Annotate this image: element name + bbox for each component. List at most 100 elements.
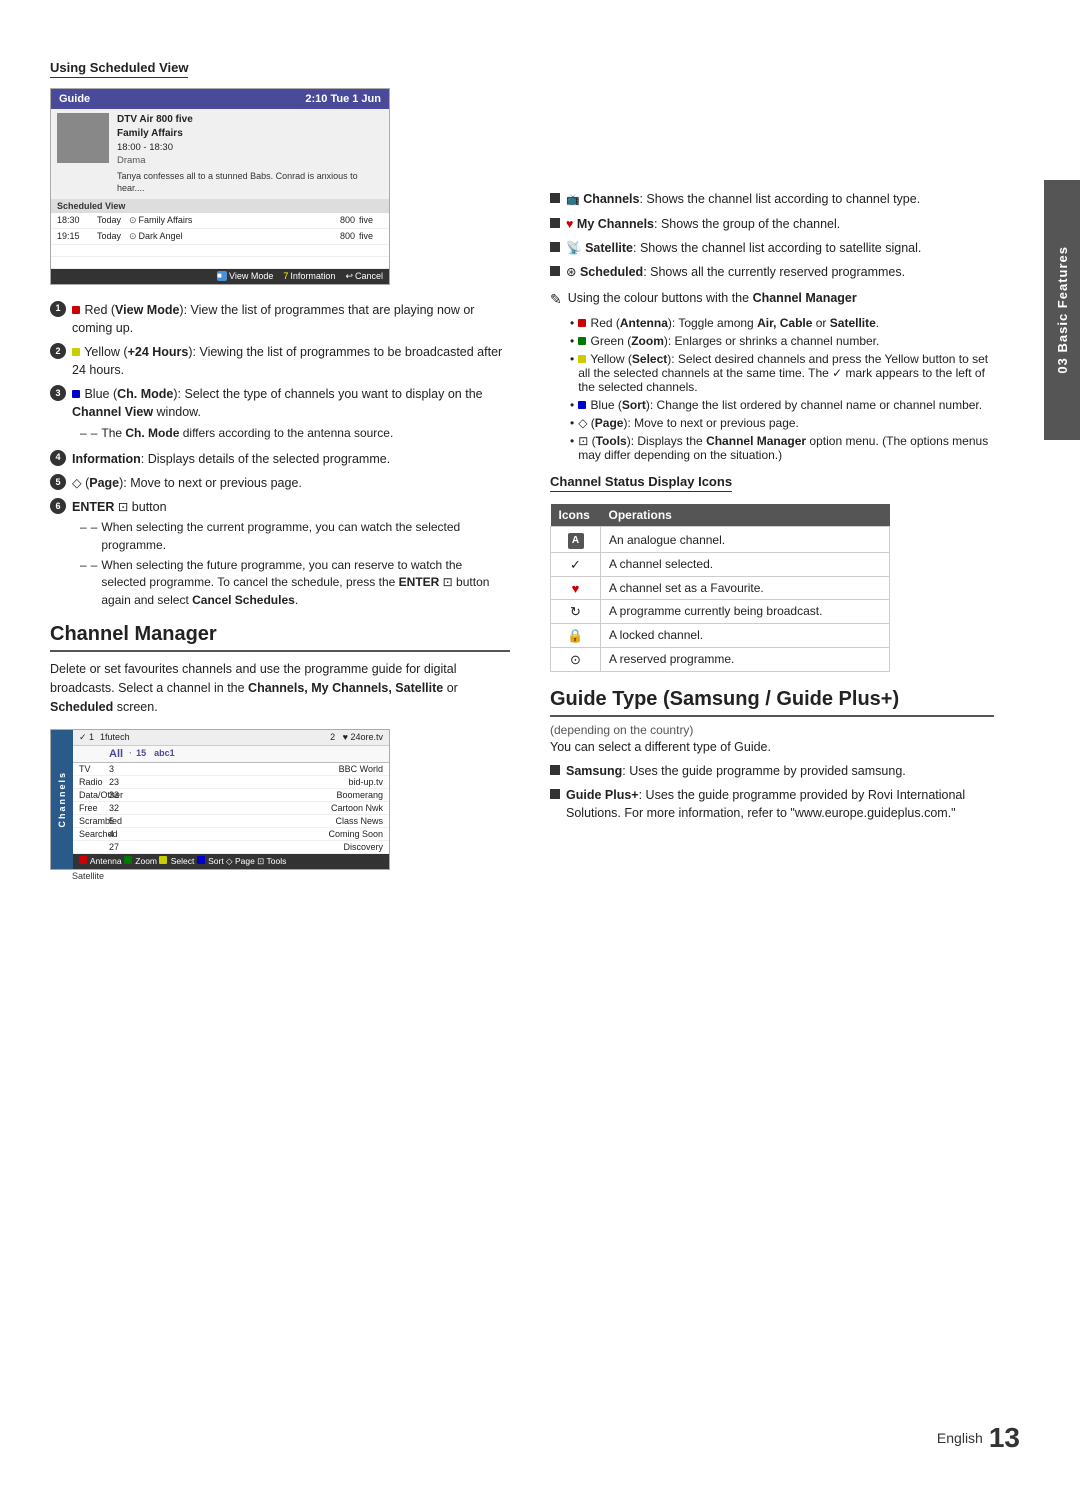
ch-sidebar: Channels xyxy=(51,730,73,869)
bullet-sq-2 xyxy=(550,218,560,228)
icon-broadcast: ↻ xyxy=(551,599,601,623)
ch-main: ✓ 1 1futech 2 ♥ 24ore.tv All xyxy=(73,730,389,869)
bullet-scheduled-text: ⊛ Scheduled: Shows all the currently res… xyxy=(566,263,905,281)
guide-btn-cancel[interactable]: ↩ Cancel xyxy=(345,271,383,282)
item-2-text: Yellow (+24 Hours): Viewing the list of … xyxy=(72,343,510,379)
num-5: 5 xyxy=(50,474,66,490)
broadcast-icon: ↻ xyxy=(570,604,581,619)
antenna-icon xyxy=(79,856,87,864)
ch-row-data: Data/Other 33 Boomerang xyxy=(73,789,389,802)
status-row-analogue: A An analogue channel. xyxy=(551,527,890,553)
bullet-satellite-text: 📡 Satellite: Shows the channel list acco… xyxy=(566,239,921,257)
list-item-4: 4 Information: Displays details of the s… xyxy=(50,450,510,468)
yellow-btn-icon xyxy=(578,355,586,363)
num-2: 2 xyxy=(50,343,66,359)
sort-icon xyxy=(197,856,205,864)
guide-row1-prog-icon: ⊙ xyxy=(129,215,137,226)
list-item-2: 2 Yellow (+24 Hours): Viewing the list o… xyxy=(50,343,510,379)
ch-footer-text: Antenna Zoom Select Sort ◇ Page ⊡ Tools xyxy=(79,856,286,867)
scheduled-view-section: Using Scheduled View Guide 2:10 Tue 1 Ju… xyxy=(50,60,510,611)
ch-list-header: All · 15 abc1 xyxy=(73,746,389,763)
page-footer: English 13 xyxy=(937,1422,1020,1454)
bullet-sq-4 xyxy=(550,266,560,276)
yellow-icon xyxy=(72,348,80,356)
ch-sidebar-label: Channels xyxy=(57,771,67,828)
blue-icon xyxy=(72,390,80,398)
colour-red: • Red (Antenna): Toggle among Air, Cable… xyxy=(570,316,994,330)
bullet-channels-text: 📺 Channels: Shows the channel list accor… xyxy=(566,190,920,209)
guide-prog-time: 18:00 - 18:30 xyxy=(117,141,383,154)
bullet-scheduled: ⊛ Scheduled: Shows all the currently res… xyxy=(550,263,994,281)
ch-row-tv: TV 3 BBC World xyxy=(73,763,389,776)
red-btn-icon xyxy=(578,319,586,327)
ch-footer: Antenna Zoom Select Sort ◇ Page ⊡ Tools xyxy=(73,854,389,869)
guide-type-samsung: Samsung: Uses the guide programme by pro… xyxy=(550,762,994,780)
item-3-text: Blue (Ch. Mode): Select the type of chan… xyxy=(72,385,510,444)
icon-locked: 🔒 xyxy=(551,623,601,647)
guide-type-list: Samsung: Uses the guide programme by pro… xyxy=(550,762,994,822)
col-icons: Icons xyxy=(551,504,601,527)
item-1-text: Red (View Mode): View the list of progra… xyxy=(72,301,510,337)
footer-english: English xyxy=(937,1430,983,1446)
left-column: Using Scheduled View Guide 2:10 Tue 1 Ju… xyxy=(50,60,510,881)
num-6: 6 xyxy=(50,498,66,514)
colour-page: • ◇ (Page): Move to next or previous pag… xyxy=(570,416,994,430)
bullet-sq-samsung xyxy=(550,765,560,775)
status-table: Icons Operations A An analogue channel. … xyxy=(550,504,890,672)
bullet-channels: 📺 Channels: Shows the channel list accor… xyxy=(550,190,994,209)
colour-yellow: • Yellow (Select): Select desired channe… xyxy=(570,352,994,394)
guide-datetime: 2:10 Tue 1 Jun xyxy=(305,93,381,105)
guide-sched-row-3 xyxy=(51,245,389,257)
blue-btn-icon xyxy=(578,401,586,409)
guide-sched-label: Scheduled View xyxy=(51,199,389,213)
scheduled-icon: ⊛ xyxy=(566,265,576,279)
bullet-satellite: 📡 Satellite: Shows the channel list acco… xyxy=(550,239,994,257)
guide-header: Guide 2:10 Tue 1 Jun xyxy=(51,89,389,109)
item-3-sub: –The Ch. Mode differs according to the a… xyxy=(80,425,510,442)
a-icon: A xyxy=(568,533,584,549)
ch-header: ✓ 1 1futech 2 ♥ 24ore.tv xyxy=(73,730,389,746)
guide-btn-view[interactable]: ■ View Mode xyxy=(217,271,273,282)
item-6-sub-1: –When selecting the current programme, y… xyxy=(80,519,510,554)
info-icon: 7 xyxy=(283,271,288,281)
guide-prog-genre: Drama xyxy=(117,154,383,167)
bullet-sq-1 xyxy=(550,193,560,203)
numbered-list: 1 Red (View Mode): View the list of prog… xyxy=(50,301,510,611)
channel-manager-desc: Delete or set favourites channels and us… xyxy=(50,660,510,716)
check-icon: ✓ xyxy=(570,557,581,572)
bullet-mychannels: ♥ My Channels: Shows the group of the ch… xyxy=(550,215,994,233)
colour-items-list: • Red (Antenna): Toggle among Air, Cable… xyxy=(570,316,994,462)
guide-info-text: DTV Air 800 five Family Affairs 18:00 - … xyxy=(117,113,383,195)
guide-thumbnail xyxy=(57,113,109,163)
cancel-icon: ↩ xyxy=(345,271,353,282)
guide-info-row: DTV Air 800 five Family Affairs 18:00 - … xyxy=(51,109,389,199)
guide-prog-desc: Tanya confesses all to a stunned Babs. C… xyxy=(117,170,383,195)
list-item-1: 1 Red (View Mode): View the list of prog… xyxy=(50,301,510,337)
colour-tools: • ⊡ (Tools): Displays the Channel Manage… xyxy=(570,434,994,462)
colour-note-text: Using the colour buttons with the Channe… xyxy=(568,291,857,308)
status-row-selected: ✓ A channel selected. xyxy=(551,552,890,576)
status-row-locked: 🔒 A locked channel. xyxy=(551,623,890,647)
pencil-icon: ✎ xyxy=(550,291,562,308)
num-4: 4 xyxy=(50,450,66,466)
scheduled-view-heading: Using Scheduled View xyxy=(50,60,188,78)
clock-icon: ⊙ xyxy=(570,652,581,667)
icon-favourite: ♥ xyxy=(551,576,601,599)
item-6-text: ENTER ⊡ button –When selecting the curre… xyxy=(72,498,510,611)
channel-manager-section: Channel Manager Delete or set favourites… xyxy=(50,623,510,880)
ch-row-discovery: 27 Discovery xyxy=(73,841,389,854)
colour-blue: • Blue (Sort): Change the list ordered b… xyxy=(570,398,994,412)
colour-green: • Green (Zoom): Enlarges or shrinks a ch… xyxy=(570,334,994,348)
desc-favourite: A channel set as a Favourite. xyxy=(601,576,890,599)
bullet-sq-3 xyxy=(550,242,560,252)
guide-sched-row-1: 18:30 Today ⊙ Family Affairs 800 five xyxy=(51,213,389,229)
guide-title: Guide xyxy=(59,93,90,105)
colour-note-row: ✎ Using the colour buttons with the Chan… xyxy=(550,291,994,308)
item-5-text: ◇ (Page): Move to next or previous page. xyxy=(72,474,302,492)
satellite-label: Satellite xyxy=(50,871,510,881)
guide-btn-info[interactable]: 7 Information xyxy=(283,271,335,282)
heart-icon: ♥ xyxy=(572,581,580,596)
right-column: 📺 Channels: Shows the channel list accor… xyxy=(550,60,994,881)
guide-type-desc: You can select a different type of Guide… xyxy=(550,740,994,754)
guide-sched-row-4 xyxy=(51,257,389,269)
